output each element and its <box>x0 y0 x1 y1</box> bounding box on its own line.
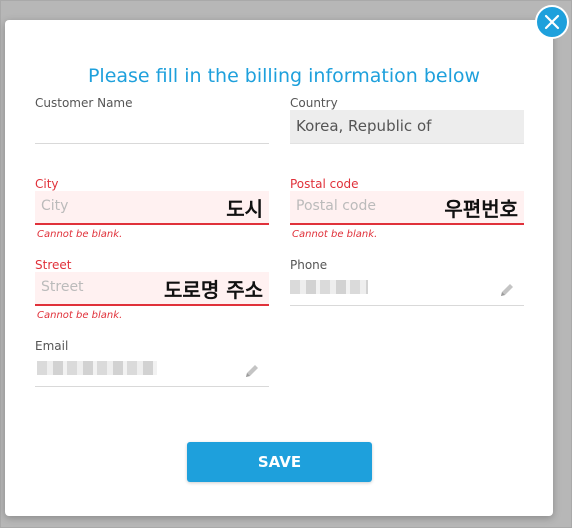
customer-name-field: Customer Name <box>35 96 269 156</box>
postal-code-placeholder: Postal code <box>296 198 376 214</box>
postal-code-label: Postal code <box>290 177 359 191</box>
country-value: Korea, Republic of <box>296 117 432 135</box>
city-error: Cannot be blank. <box>37 229 123 240</box>
street-field: Street Street 도로명 주소 Cannot be blank. <box>35 258 269 328</box>
postal-code-error: Cannot be blank. <box>292 229 378 240</box>
email-blurred-value <box>37 361 157 375</box>
city-annotation: 도시 <box>226 197 263 221</box>
city-label: City <box>35 177 59 191</box>
pencil-icon[interactable] <box>243 362 261 380</box>
street-input[interactable]: Street 도로명 주소 <box>35 272 269 306</box>
customer-name-input[interactable] <box>35 110 269 144</box>
country-field: Country Korea, Republic of <box>290 96 524 156</box>
phone-blurred-value <box>290 280 368 294</box>
pencil-icon[interactable] <box>498 281 516 299</box>
street-annotation: 도로명 주소 <box>164 278 263 302</box>
country-label: Country <box>290 96 338 110</box>
customer-name-label: Customer Name <box>35 96 133 110</box>
close-icon <box>544 14 560 30</box>
postal-code-field: Postal code Postal code 우편번호 Cannot be b… <box>290 177 524 247</box>
dialog-title: Please fill in the billing information b… <box>87 65 481 87</box>
email-field: Email <box>35 339 269 399</box>
postal-code-input[interactable]: Postal code 우편번호 <box>290 191 524 225</box>
phone-input[interactable] <box>290 272 524 306</box>
email-label: Email <box>35 339 69 353</box>
city-field: City City 도시 Cannot be blank. <box>35 177 269 247</box>
street-label: Street <box>35 258 72 272</box>
street-error: Cannot be blank. <box>37 310 123 321</box>
phone-field: Phone <box>290 258 524 318</box>
close-button[interactable] <box>535 5 569 39</box>
city-placeholder: City <box>41 198 69 214</box>
country-select[interactable]: Korea, Republic of <box>290 110 524 144</box>
email-input[interactable] <box>35 353 269 387</box>
city-input[interactable]: City 도시 <box>35 191 269 225</box>
postal-code-annotation: 우편번호 <box>444 197 518 221</box>
phone-label: Phone <box>290 258 328 272</box>
street-placeholder: Street <box>41 279 84 295</box>
save-button[interactable]: SAVE <box>187 442 372 482</box>
